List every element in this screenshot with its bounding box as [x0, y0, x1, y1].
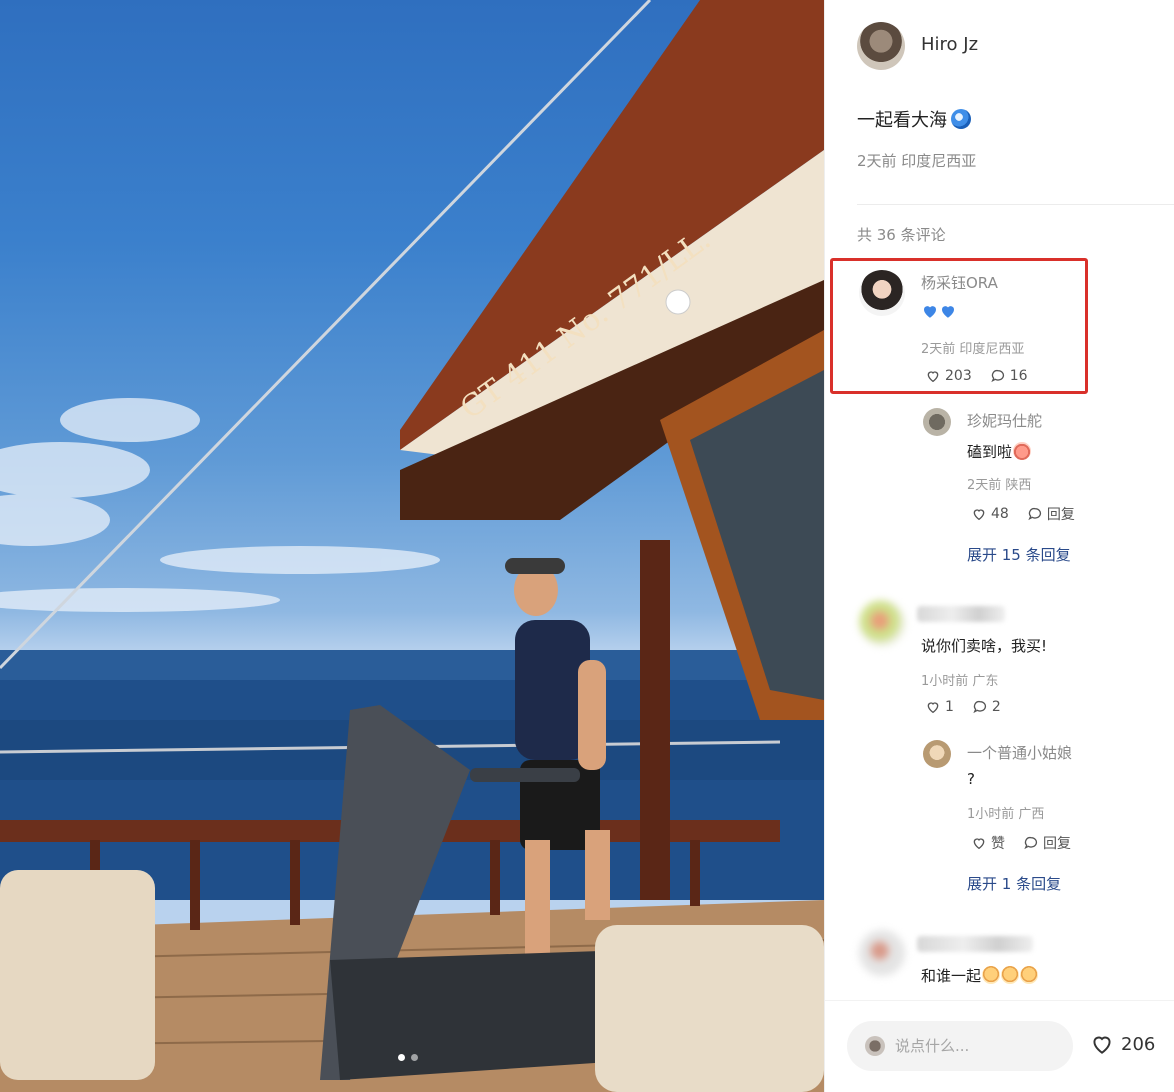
replier-avatar[interactable]: [923, 408, 951, 436]
commenter-avatar[interactable]: [859, 270, 905, 316]
reply-actions: 48 回复: [971, 504, 1075, 524]
comment-input[interactable]: [893, 1036, 1057, 1056]
blue-heart-icon: [942, 306, 954, 318]
post-like-count: 206: [1121, 1033, 1156, 1055]
peach-emoji-icon: [1013, 442, 1032, 460]
like-button[interactable]: 1: [925, 699, 954, 715]
comment-meta: 2天前 印度尼西亚: [921, 342, 1025, 357]
comment-bubble-icon: [1028, 507, 1041, 521]
reply-meta: 1小时前 广西: [967, 807, 1045, 822]
post-like-button[interactable]: 206: [1089, 1031, 1155, 1057]
commenter-avatar[interactable]: [859, 930, 905, 976]
expand-replies-link[interactable]: 展开 1 条回复: [967, 873, 1061, 894]
reply-label: 回复: [1046, 507, 1075, 523]
comment-text-content: 和谁一起: [921, 967, 982, 985]
reply-text: ?: [967, 770, 975, 788]
comment-count: 共 36 条评论: [857, 226, 946, 244]
like-button[interactable]: 203: [925, 368, 972, 384]
heart-icon: [927, 702, 939, 714]
author-name[interactable]: Hiro Jz: [921, 34, 978, 55]
heart-icon: [1093, 1036, 1111, 1054]
comment-actions: 1 2: [925, 699, 1001, 715]
reply-text-content: 磕到啦: [967, 443, 1013, 461]
comment-text: 说你们卖啥，我买!: [921, 637, 1048, 655]
user-avatar-icon: [865, 1036, 885, 1056]
comment-bubble-icon: [991, 369, 1004, 383]
post-meta: 2天前 印度尼西亚: [857, 152, 977, 170]
reply-meta: 2天前 陕西: [967, 478, 1032, 493]
like-label: 赞: [991, 836, 1005, 852]
replier-name[interactable]: 一个普通小姑娘: [967, 742, 1072, 763]
commenter-name-blurred[interactable]: [917, 606, 1005, 622]
like-count: 1: [945, 699, 954, 715]
comment-text: [921, 302, 957, 324]
comment-bubble-icon: [1024, 836, 1038, 850]
post-caption: 一起看大海: [857, 106, 971, 132]
reply-button[interactable]: 回复: [1027, 504, 1075, 524]
like-button[interactable]: 48: [971, 506, 1009, 522]
divider: [857, 204, 1174, 205]
replier-name[interactable]: 珍妮玛仕舵: [967, 410, 1042, 431]
post-photo[interactable]: GT 411 No. 771/LL.: [0, 0, 824, 1092]
reply-count: 16: [1009, 368, 1028, 384]
author-avatar[interactable]: [857, 22, 905, 70]
comment-input-box[interactable]: [847, 1021, 1073, 1071]
pagination-dot[interactable]: [398, 1054, 405, 1061]
heart-icon: [973, 838, 985, 850]
commenter-name[interactable]: 杨采钰ORA: [921, 272, 998, 293]
boat-scene: GT 411 No. 771/LL.: [0, 0, 824, 1092]
pagination-dot[interactable]: [411, 1054, 418, 1061]
reply-count: 2: [991, 699, 1001, 715]
comments-panel: Hiro Jz 一起看大海 2天前 印度尼西亚 共 36 条评论 杨采钰ORA …: [824, 0, 1174, 1092]
reply-button[interactable]: 2: [972, 699, 1001, 715]
heart-icon: [973, 509, 985, 521]
comment-text: 和谁一起: [921, 965, 1039, 986]
reply-actions: 赞 回复: [971, 833, 1071, 853]
like-button[interactable]: 赞: [971, 833, 1005, 853]
face-emoji-icon: [1020, 966, 1039, 984]
bottom-bar: 206: [825, 1000, 1174, 1092]
wave-emoji-icon: [951, 109, 971, 129]
post-detail: GT 411 No. 771/LL. Hiro Jz 一起看大海 2天前 印度尼…: [0, 0, 1174, 1092]
expand-replies-link[interactable]: 展开 15 条回复: [967, 544, 1071, 565]
commenter-name-blurred[interactable]: [917, 936, 1033, 952]
blue-heart-icon: [924, 306, 936, 318]
reply-button[interactable]: 16: [990, 368, 1028, 384]
comment-bubble-icon: [973, 700, 986, 714]
heart-icon: [927, 371, 939, 383]
like-count: 48: [991, 506, 1009, 522]
comment-actions: 203 16: [925, 368, 1028, 384]
replier-avatar[interactable]: [923, 740, 951, 768]
reply-text: 磕到啦: [967, 441, 1032, 462]
face-emoji-icon: [1001, 966, 1020, 984]
reply-button[interactable]: 回复: [1023, 833, 1071, 853]
commenter-avatar[interactable]: [859, 600, 905, 646]
reply-label: 回复: [1043, 836, 1071, 852]
image-pagination[interactable]: [398, 1054, 418, 1061]
like-count: 203: [945, 368, 972, 384]
comment-meta: 1小时前 广东: [921, 674, 999, 689]
caption-text: 一起看大海: [857, 110, 947, 131]
face-emoji-icon: [982, 966, 1001, 984]
